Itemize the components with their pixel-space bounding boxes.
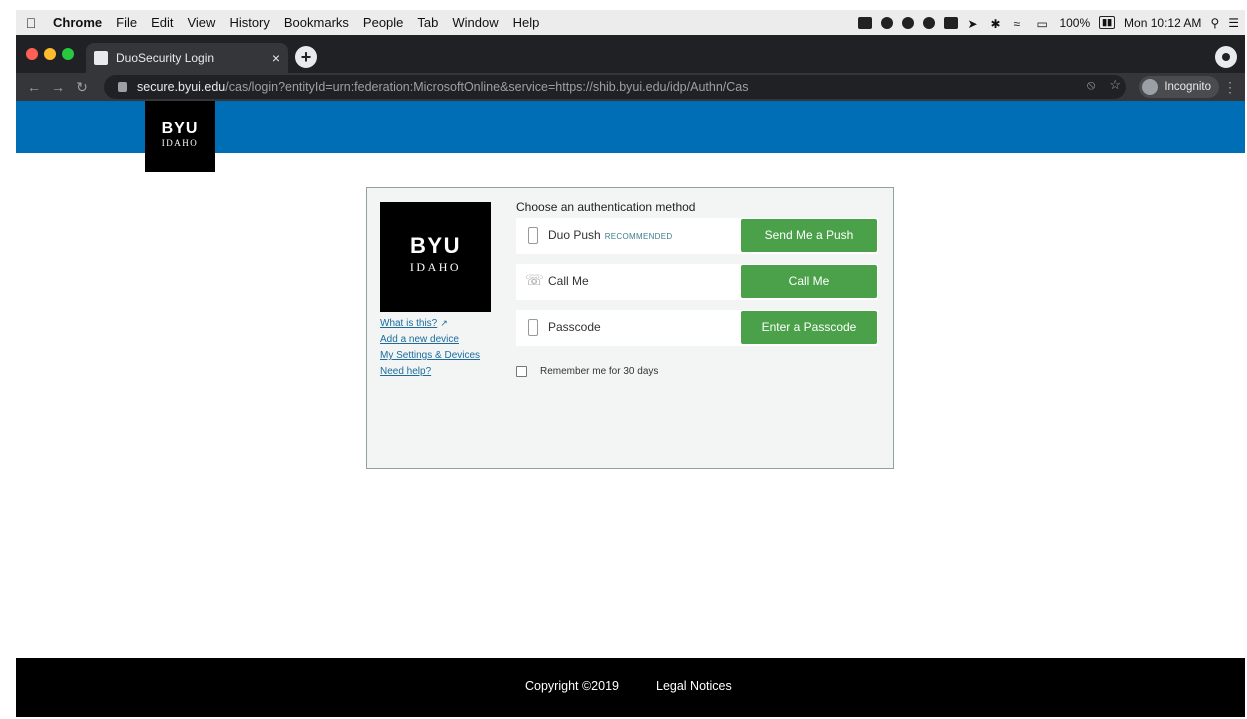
byu-idaho-header-logo[interactable]: BYU IDAHO bbox=[145, 101, 215, 172]
method-label: Duo Push RECOMMENDED bbox=[548, 228, 673, 242]
clock[interactable]: Mon 10:12 AM bbox=[1124, 16, 1201, 30]
need-help-link[interactable]: Need help? bbox=[380, 366, 480, 377]
extension-icon[interactable] bbox=[923, 16, 936, 29]
tab-close-icon[interactable]: × bbox=[272, 50, 280, 66]
method-label: Passcode bbox=[548, 320, 601, 334]
wifi-icon[interactable]: ≈ bbox=[1013, 17, 1027, 31]
battery-percent: 100% bbox=[1059, 15, 1091, 30]
location-icon[interactable] bbox=[902, 16, 915, 29]
settings-devices-link[interactable]: My Settings & Devices bbox=[380, 350, 480, 361]
forward-nav-icon[interactable]: → bbox=[46, 79, 70, 95]
new-tab-button[interactable]: + bbox=[295, 46, 317, 68]
menu-history[interactable]: History bbox=[222, 15, 276, 30]
sync-icon[interactable] bbox=[881, 16, 894, 29]
tab-duosecurity-login[interactable]: DuoSecurity Login × bbox=[86, 43, 288, 73]
external-link-icon: ↗ bbox=[440, 318, 448, 328]
legal-notices-link[interactable]: Legal Notices bbox=[656, 679, 732, 693]
menu-view[interactable]: View bbox=[180, 15, 222, 30]
copyright-text: Copyright ©2019 bbox=[525, 679, 619, 693]
zoom-window-icon[interactable] bbox=[62, 48, 74, 60]
star-icon[interactable]: ☆ bbox=[1109, 77, 1121, 93]
favicon-icon bbox=[94, 51, 108, 65]
passcode-device-icon bbox=[528, 319, 538, 336]
control-center-icon[interactable]: ☰ bbox=[1228, 16, 1239, 30]
notification-icon[interactable] bbox=[858, 16, 873, 29]
url-host: secure.byui.edu bbox=[137, 80, 226, 94]
tab-strip: DuoSecurity Login × + bbox=[16, 35, 1245, 73]
battery-icon[interactable]: ▮▮ bbox=[1099, 16, 1116, 29]
eye-slash-icon[interactable]: ⦸ bbox=[1087, 77, 1095, 93]
remember-me-option[interactable]: Remember me for 30 days bbox=[516, 366, 658, 377]
menu-window[interactable]: Window bbox=[445, 15, 505, 30]
auth-method-title: Choose an authentication method bbox=[516, 200, 696, 214]
page-footer: Copyright ©2019 Legal Notices bbox=[16, 658, 1245, 717]
recommended-tag: RECOMMENDED bbox=[604, 232, 673, 241]
header-logo-line1: BYU bbox=[161, 120, 199, 137]
call-me-button[interactable]: Call Me bbox=[741, 265, 877, 298]
incognito-badge[interactable]: Incognito bbox=[1139, 76, 1219, 98]
menu-app-name[interactable]: Chrome bbox=[46, 15, 109, 30]
status-area: ➤ ✱ ≈ ▭ 100% ▮▮ Mon 10:12 AM ⚲ ☰ bbox=[858, 10, 1239, 35]
what-is-this-link[interactable]: What is this? ↗ bbox=[380, 318, 480, 329]
method-row-duo-push: Duo Push RECOMMENDED Send Me a Push bbox=[516, 218, 878, 254]
browser-toolbar: ← → ↻ secure.byui.edu/cas/login?entityId… bbox=[16, 73, 1245, 101]
enter-passcode-button[interactable]: Enter a Passcode bbox=[741, 311, 877, 344]
url-path: /cas/login?entityId=urn:federation:Micro… bbox=[225, 80, 749, 94]
menu-file[interactable]: File bbox=[109, 15, 144, 30]
html5-icon[interactable] bbox=[944, 16, 959, 29]
menu-edit[interactable]: Edit bbox=[144, 15, 180, 30]
airplay-icon[interactable]: ▭ bbox=[1036, 17, 1050, 31]
close-window-icon[interactable] bbox=[26, 48, 38, 60]
minimize-window-icon[interactable] bbox=[44, 48, 56, 60]
menu-help[interactable]: Help bbox=[506, 15, 547, 30]
duo-byu-idaho-logo: BYU IDAHO bbox=[380, 202, 491, 312]
menu-kebab-icon[interactable]: ⋮ bbox=[1223, 79, 1237, 96]
screen:  Chrome File Edit View History Bookmark… bbox=[16, 10, 1245, 717]
tab-title: DuoSecurity Login bbox=[116, 51, 215, 65]
forward-icon[interactable]: ➤ bbox=[967, 17, 981, 31]
duo-logo-line1: BYU bbox=[410, 233, 461, 258]
apple-icon[interactable]:  bbox=[16, 15, 46, 31]
incognito-label: Incognito bbox=[1164, 81, 1211, 93]
duo-auth-panel: BYU IDAHO What is this? ↗ Add a new devic… bbox=[366, 187, 894, 469]
lock-icon[interactable] bbox=[118, 82, 127, 92]
mobile-phone-icon bbox=[528, 227, 538, 244]
back-icon[interactable]: ← bbox=[22, 79, 46, 95]
incognito-icon bbox=[1142, 79, 1159, 95]
remember-label: Remember me for 30 days bbox=[540, 366, 659, 377]
duo-help-links: What is this? ↗ Add a new device My Setti… bbox=[380, 318, 480, 382]
send-push-button[interactable]: Send Me a Push bbox=[741, 219, 877, 252]
method-row-passcode: Passcode Enter a Passcode bbox=[516, 310, 878, 346]
bluetooth-icon[interactable]: ✱ bbox=[990, 17, 1004, 31]
menu-tab[interactable]: Tab bbox=[410, 15, 445, 30]
menu-people[interactable]: People bbox=[356, 15, 410, 30]
remember-checkbox[interactable] bbox=[516, 366, 527, 377]
add-device-link[interactable]: Add a new device bbox=[380, 334, 480, 345]
tab-search-icon[interactable] bbox=[1215, 46, 1237, 68]
duo-logo-line2: IDAHO bbox=[409, 260, 462, 274]
spotlight-icon[interactable]: ⚲ bbox=[1210, 16, 1219, 30]
address-bar[interactable]: secure.byui.edu/cas/login?entityId=urn:f… bbox=[104, 75, 1126, 99]
header-logo-line2: IDAHO bbox=[161, 138, 199, 148]
method-row-call-me: ☏ Call Me Call Me bbox=[516, 264, 878, 300]
method-label: Call Me bbox=[548, 274, 589, 288]
reload-icon[interactable]: ↻ bbox=[70, 79, 94, 96]
phone-call-icon: ☏ bbox=[525, 272, 544, 289]
omnibox-icons: ⦸ ☆ bbox=[1087, 77, 1121, 93]
mac-menu-bar:  Chrome File Edit View History Bookmark… bbox=[16, 10, 1245, 35]
menu-bookmarks[interactable]: Bookmarks bbox=[277, 15, 356, 30]
